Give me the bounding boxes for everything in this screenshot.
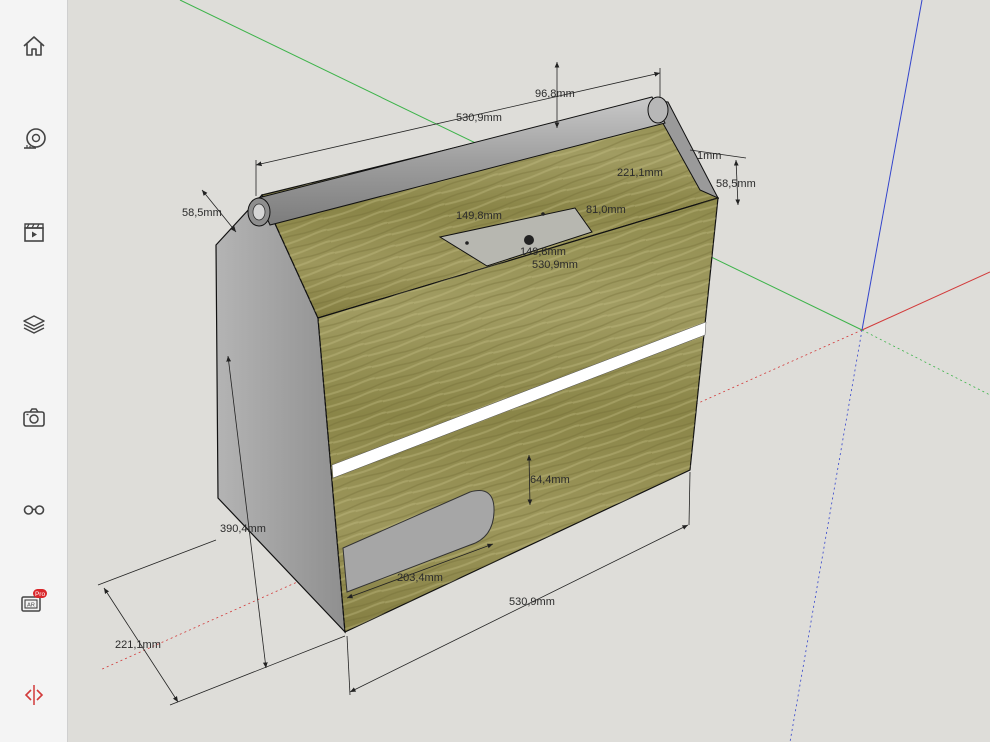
plate-screw bbox=[465, 241, 469, 245]
dim-bottom-depth: 221,1mm bbox=[115, 639, 161, 651]
dim-plate-depth: 81,0mm bbox=[586, 204, 626, 216]
handle-end-right bbox=[647, 96, 669, 124]
blue-axis bbox=[861, 0, 923, 331]
dim-right-offset: 1mm bbox=[697, 150, 721, 162]
red-axis bbox=[861, 271, 990, 331]
dim-handle-height: 96,8mm bbox=[535, 88, 575, 100]
dim-cutout-width: 203,4mm bbox=[397, 572, 443, 584]
ar-label: AR bbox=[27, 603, 35, 609]
toolbar: AR Pro bbox=[0, 0, 68, 742]
ar-button[interactable]: AR Pro bbox=[12, 580, 56, 624]
scenes-icon bbox=[24, 223, 44, 242]
plate-knob bbox=[524, 235, 534, 245]
home-button[interactable] bbox=[12, 24, 56, 68]
glasses-button[interactable] bbox=[12, 487, 56, 531]
dim-left-top-height: 58,5mm bbox=[182, 207, 222, 219]
dim-total-height: 390,4mm bbox=[220, 523, 266, 535]
home-icon bbox=[23, 36, 45, 56]
tape-measure-button[interactable] bbox=[12, 117, 56, 161]
camera-button[interactable] bbox=[12, 395, 56, 439]
green-axis-negative bbox=[861, 329, 990, 396]
dim-top-length-lower: 530,9mm bbox=[532, 259, 578, 271]
dim-right-depth: 221,1mm bbox=[617, 167, 663, 179]
section-plane-button[interactable] bbox=[12, 673, 56, 717]
model-viewport[interactable]: 530,9mm 96,8mm 58,5mm 149,8mm 81,0mm 149… bbox=[68, 0, 990, 742]
dim-plate-width: 149,8mm bbox=[456, 210, 502, 222]
dim-slot-height: 64,4mm bbox=[530, 474, 570, 486]
layers-button[interactable] bbox=[12, 302, 56, 346]
dim-right-height: 58,5mm bbox=[716, 178, 756, 190]
layers-icon bbox=[23, 315, 45, 334]
ar-icon: AR Pro bbox=[21, 589, 47, 612]
camera-icon bbox=[23, 408, 45, 427]
glasses-icon bbox=[23, 505, 45, 515]
dim-top-length: 530,9mm bbox=[456, 112, 502, 124]
plate-screw bbox=[541, 212, 545, 216]
section-plane-icon bbox=[24, 685, 44, 705]
scenes-button[interactable] bbox=[12, 210, 56, 254]
handle-end-left-inner bbox=[252, 203, 266, 221]
tape-measure-icon bbox=[24, 128, 46, 149]
blue-axis-negative bbox=[789, 329, 863, 742]
pro-badge: Pro bbox=[35, 591, 46, 598]
dim-plate-width-lower: 149,8mm bbox=[520, 246, 566, 258]
dim-bottom-length: 530,9mm bbox=[509, 596, 555, 608]
